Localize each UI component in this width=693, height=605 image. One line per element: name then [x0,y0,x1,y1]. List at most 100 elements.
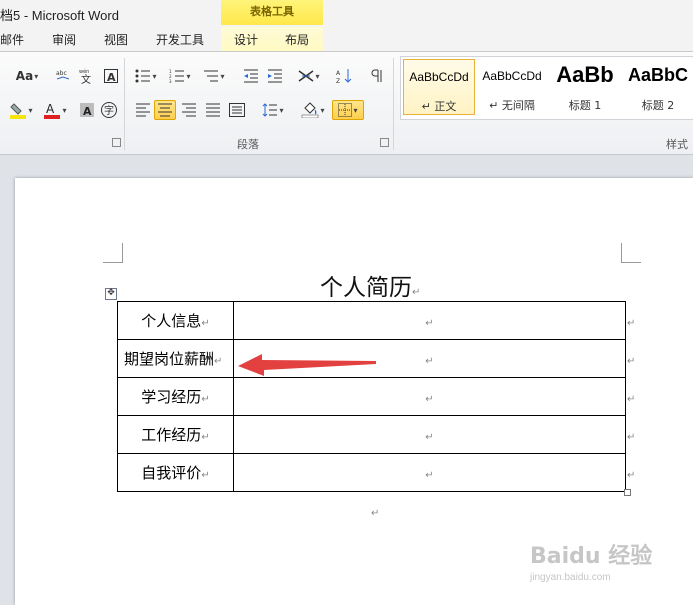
row-label: 工作经历 [141,426,202,444]
svg-text:3: 3 [169,79,172,83]
table-resize-handle[interactable] [624,489,631,496]
ribbon-separator [393,58,394,150]
paragraph-mark: ↵ [412,287,421,298]
table-cell-value[interactable]: ↵ [233,415,626,454]
paragraph-mark: ↵ [425,432,434,443]
svg-text:字: 字 [104,104,114,117]
svg-text:A: A [336,70,341,77]
table-move-handle-icon[interactable]: ✥ [105,288,117,300]
svg-text:Z: Z [336,78,340,84]
paragraph-dialog-launcher-icon[interactable] [380,138,389,147]
style-normal[interactable]: AaBbCcDd ↵ 正文 [403,59,475,115]
paragraph-mark: ↵ [201,432,210,443]
svg-text:A: A [46,102,55,116]
ribbon-separator [124,58,125,150]
highlight-color-button[interactable]: ▾ [6,100,36,120]
enclose-character-icon[interactable]: 字 [98,100,120,120]
svg-text:wén: wén [79,68,89,75]
style-preview: AaBbCcDd [409,70,469,84]
table-cell-value[interactable]: ↵ [233,377,626,416]
shading-button[interactable]: ▾ [298,100,328,120]
title-bar: 档5 - Microsoft Word [0,0,693,27]
character-shading-icon[interactable]: A [76,100,98,120]
show-marks-icon[interactable] [366,66,388,86]
change-case-button[interactable]: Aa ▾ [12,66,42,86]
margin-corner-top-left [103,243,123,263]
watermark-url: jingyan.baidu.com [530,572,611,583]
paragraph-mark: ↵ [201,394,210,405]
table-cell-value[interactable]: ↵ [233,453,626,492]
font-color-button[interactable]: A ▾ [40,100,70,120]
style-heading-1[interactable]: AaBb 标题 1 [549,59,621,115]
sort-icon[interactable]: AZ [334,66,356,86]
style-no-spacing[interactable]: AaBbCcDd ↵ 无间隔 [476,59,548,115]
tab-layout[interactable]: 布局 [285,31,309,48]
align-center-icon[interactable] [154,100,176,120]
table-cell-label[interactable]: 自我评价↵ [117,453,234,492]
styles-gallery: AaBbCcDd ↵ 正文 AaBbCcDd ↵ 无间隔 AaBb 标题 1 A… [400,56,693,120]
align-right-icon[interactable] [178,100,200,120]
paragraph-mark: ↵ [425,394,434,405]
numbering-button[interactable]: 1 2 3 ▾ [166,66,194,86]
table-cell-label[interactable]: 个人信息↵ [117,301,234,340]
baidu-watermark: Baidu 经验 jingyan.baidu.com [530,538,652,583]
decrease-indent-icon[interactable] [240,66,262,86]
tab-developer[interactable]: 开发工具 [156,31,204,48]
phonetic-guide-icon[interactable]: abc [52,66,74,86]
distributed-icon[interactable] [226,100,248,120]
align-left-icon[interactable] [132,100,154,120]
svg-text:A: A [83,105,92,118]
paragraph-mark: ↵ [371,508,380,519]
paragraph-mark: ↵ [214,356,223,367]
end-of-row-mark: ↵ [627,318,636,329]
paragraph-mark: ↵ [201,470,210,481]
end-of-row-mark: ↵ [627,356,636,367]
table-row: 个人信息↵ ↵ [117,301,626,340]
font-color-swatch [44,115,61,119]
annotation-arrow [238,354,376,376]
justify-icon[interactable] [202,100,224,120]
row-label: 自我评价 [141,464,202,482]
borders-button[interactable]: ▾ [332,100,364,120]
group-label-paragraph: 段落 [237,138,259,151]
document-title[interactable]: 个人简历↵ [320,268,420,302]
table-row: 自我评价↵ ↵ [117,453,626,492]
bullets-button[interactable]: ▾ [132,66,160,86]
table-row: 工作经历↵ ↵ [117,415,626,454]
style-name: ↵ 正文 [421,100,457,113]
line-spacing-button[interactable]: ▾ [258,100,288,120]
paragraph-mark: ↵ [425,318,434,329]
row-label: 学习经历 [141,388,202,406]
window-title: 档5 - Microsoft Word [0,8,119,23]
style-heading-2[interactable]: AaBbC 标题 2 [622,59,693,115]
row-label: 期望岗位薪酬 [124,350,215,368]
tab-view[interactable]: 视图 [104,31,128,48]
tab-mailings[interactable]: 邮件 [0,31,24,48]
table-row: 学习经历↵ ↵ [117,377,626,416]
enclose-characters-icon[interactable]: wén 文 [76,66,98,86]
table-cell-label[interactable]: 学习经历↵ [117,377,234,416]
table-cell-label[interactable]: 工作经历↵ [117,415,234,454]
end-of-row-mark: ↵ [627,470,636,481]
style-name: 标题 2 [641,99,675,112]
svg-text:文: 文 [81,73,91,85]
table-cell-label[interactable]: 期望岗位薪酬↵ [117,339,234,378]
tab-review[interactable]: 审阅 [52,31,76,48]
multilevel-list-button[interactable]: ▾ [200,66,228,86]
group-label-styles: 样式 [666,138,688,151]
table-cell-value[interactable]: ↵ [233,301,626,340]
resume-table: 个人信息↵ ↵ 期望岗位薪酬↵ ↵ 学习经历↵ ↵ 工作经历↵ ↵ 自我评价↵ … [117,301,626,492]
chinese-layout-button[interactable]: ▾ [294,66,324,86]
font-dialog-launcher-icon[interactable] [112,138,121,147]
increase-indent-icon[interactable] [264,66,286,86]
paragraph-mark: ↵ [425,470,434,481]
style-preview: AaBbC [627,65,688,85]
watermark-logo: Baidu 经验 [530,544,653,569]
tab-design[interactable]: 设计 [234,31,258,48]
style-preview: AaBbCcDd [482,69,542,83]
character-border-icon[interactable]: A [100,66,122,86]
end-of-row-mark: ↵ [627,394,636,405]
svg-text:A: A [107,71,116,84]
style-name: ↵ 无间隔 [489,99,535,112]
document-title-text: 个人简历 [320,275,412,301]
